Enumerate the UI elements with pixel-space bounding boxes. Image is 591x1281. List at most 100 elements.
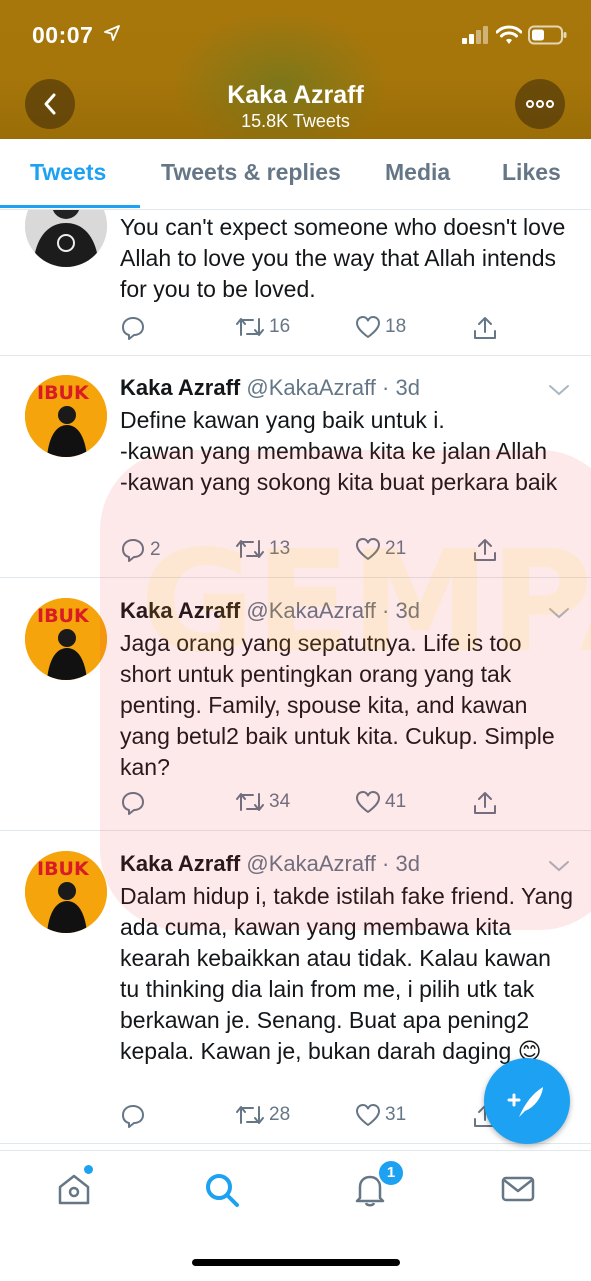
- avatar[interactable]: IBUK: [25, 851, 107, 933]
- share-button[interactable]: [472, 537, 498, 563]
- tab-media[interactable]: Media: [385, 159, 450, 186]
- tweet-header: Kaka Azraff @KakaAzraff · 3d: [120, 375, 420, 401]
- avatar[interactable]: [25, 210, 107, 267]
- retweet-icon: [236, 1106, 264, 1124]
- ellipsis-icon: [526, 100, 554, 108]
- notification-badge: 1: [377, 1159, 405, 1187]
- avatar[interactable]: IBUK: [25, 598, 107, 680]
- avatar-image: [25, 210, 107, 267]
- retweet-button[interactable]: 28: [235, 1103, 290, 1127]
- heart-icon: [356, 791, 380, 813]
- share-button[interactable]: [472, 790, 498, 816]
- tweet-header: Kaka Azraff @KakaAzraff · 3d: [120, 598, 420, 624]
- tweet-text: Define kawan yang baik untuk i. -kawan y…: [120, 407, 558, 495]
- author-handle[interactable]: @KakaAzraff: [246, 598, 376, 623]
- like-button[interactable]: 31: [355, 1103, 406, 1127]
- avatar-caption: IBUK: [37, 858, 90, 880]
- cellular-signal-icon: [462, 26, 488, 44]
- messages-envelope-icon[interactable]: [500, 1171, 536, 1207]
- profile-header: 00:07 Kaka Azraff 15.8K Tweets: [0, 0, 591, 139]
- author-name[interactable]: Kaka Azraff: [120, 375, 240, 400]
- tweet-text: Jaga orang yang sepatutnya. Life is too …: [120, 630, 562, 780]
- avatar[interactable]: IBUK: [25, 375, 107, 457]
- author-handle[interactable]: @KakaAzraff: [246, 375, 376, 400]
- compose-tweet-button[interactable]: [484, 1058, 570, 1144]
- tweet-text: Dalam hidup i, takde istilah fake friend…: [120, 883, 580, 1064]
- author-name[interactable]: Kaka Azraff: [120, 851, 240, 876]
- chevron-down-icon[interactable]: [548, 859, 570, 873]
- more-options-button[interactable]: [515, 79, 565, 129]
- share-icon: [474, 792, 496, 814]
- retweet-button[interactable]: 34: [235, 790, 290, 814]
- heart-icon: [356, 538, 380, 560]
- home-indicator-bar[interactable]: [192, 1259, 400, 1266]
- home-new-indicator: [84, 1165, 93, 1174]
- profile-tabs: Tweets Tweets & replies Media Likes: [0, 139, 591, 210]
- author-handle[interactable]: @KakaAzraff: [246, 851, 376, 876]
- chevron-down-icon[interactable]: [548, 383, 570, 397]
- profile-title-block: Kaka Azraff 15.8K Tweets: [0, 80, 591, 132]
- share-icon: [474, 539, 496, 561]
- like-count: 21: [385, 538, 407, 559]
- avatar-image: IBUK: [25, 598, 107, 680]
- location-arrow-icon: [104, 25, 120, 41]
- tweet-actions: 34 41: [120, 790, 560, 820]
- home-icon[interactable]: [56, 1171, 92, 1207]
- tweet-time: · 3d: [382, 375, 420, 400]
- share-button[interactable]: [472, 315, 498, 341]
- tweet-item[interactable]: IBUK Kaka Azraff @KakaAzraff · 3d Define…: [0, 355, 591, 578]
- retweet-count: 16: [269, 316, 291, 337]
- retweet-icon: [236, 793, 264, 811]
- compose-feather-icon: [507, 1087, 543, 1117]
- like-button[interactable]: 18: [355, 315, 406, 339]
- retweet-icon: [236, 318, 264, 336]
- tweet-count: 15.8K Tweets: [241, 111, 350, 131]
- reply-icon: [122, 539, 144, 562]
- tweet-time: · 3d: [382, 598, 420, 623]
- avatar-caption: IBUK: [37, 382, 90, 404]
- like-count: 41: [385, 791, 407, 812]
- retweet-button[interactable]: 13: [235, 537, 290, 561]
- tweet-time: · 3d: [382, 851, 420, 876]
- avatar-image: IBUK: [25, 375, 107, 457]
- status-bar: 00:07: [0, 0, 591, 70]
- reply-button[interactable]: [120, 790, 150, 816]
- heart-icon: [356, 316, 380, 338]
- tab-tweets[interactable]: Tweets: [30, 159, 106, 186]
- share-icon: [474, 317, 496, 339]
- status-time: 00:07: [32, 22, 94, 48]
- reply-count: 2: [150, 539, 161, 560]
- heart-icon: [356, 1104, 380, 1126]
- battery-icon: [528, 25, 567, 45]
- like-button[interactable]: 41: [355, 790, 406, 814]
- reply-icon: [122, 317, 144, 340]
- retweet-count: 28: [269, 1104, 291, 1125]
- tweet-actions: 16 18: [120, 315, 560, 345]
- tweet-text: You can't expect someone who doesn't lov…: [120, 214, 571, 302]
- reply-button[interactable]: 2: [120, 537, 161, 563]
- retweet-count: 13: [269, 538, 291, 559]
- avatar-image: IBUK: [25, 851, 107, 933]
- tab-likes[interactable]: Likes: [502, 159, 561, 186]
- chevron-down-icon[interactable]: [548, 606, 570, 620]
- tweet-feed[interactable]: You can't expect someone who doesn't lov…: [0, 210, 591, 1150]
- active-tab-indicator: [0, 205, 140, 208]
- reply-icon: [122, 792, 144, 815]
- tweet-item[interactable]: IBUK Kaka Azraff @KakaAzraff · 3d Jaga o…: [0, 578, 591, 831]
- retweet-button[interactable]: 16: [235, 315, 290, 339]
- author-name[interactable]: Kaka Azraff: [120, 598, 240, 623]
- like-count: 18: [385, 316, 407, 337]
- profile-name: Kaka Azraff: [227, 81, 364, 109]
- like-count: 31: [385, 1104, 407, 1125]
- tweet-item[interactable]: You can't expect someone who doesn't lov…: [0, 210, 591, 356]
- reply-button[interactable]: [120, 1103, 150, 1129]
- search-icon[interactable]: [203, 1171, 241, 1209]
- retweet-count: 34: [269, 791, 291, 812]
- tweet-header: Kaka Azraff @KakaAzraff · 3d: [120, 851, 420, 877]
- tab-tweets-and-replies[interactable]: Tweets & replies: [161, 159, 341, 186]
- reply-button[interactable]: [120, 315, 150, 341]
- reply-icon: [122, 1105, 144, 1128]
- tweet-actions: 2 13 21: [120, 537, 560, 567]
- like-button[interactable]: 21: [355, 537, 406, 561]
- retweet-icon: [236, 540, 264, 558]
